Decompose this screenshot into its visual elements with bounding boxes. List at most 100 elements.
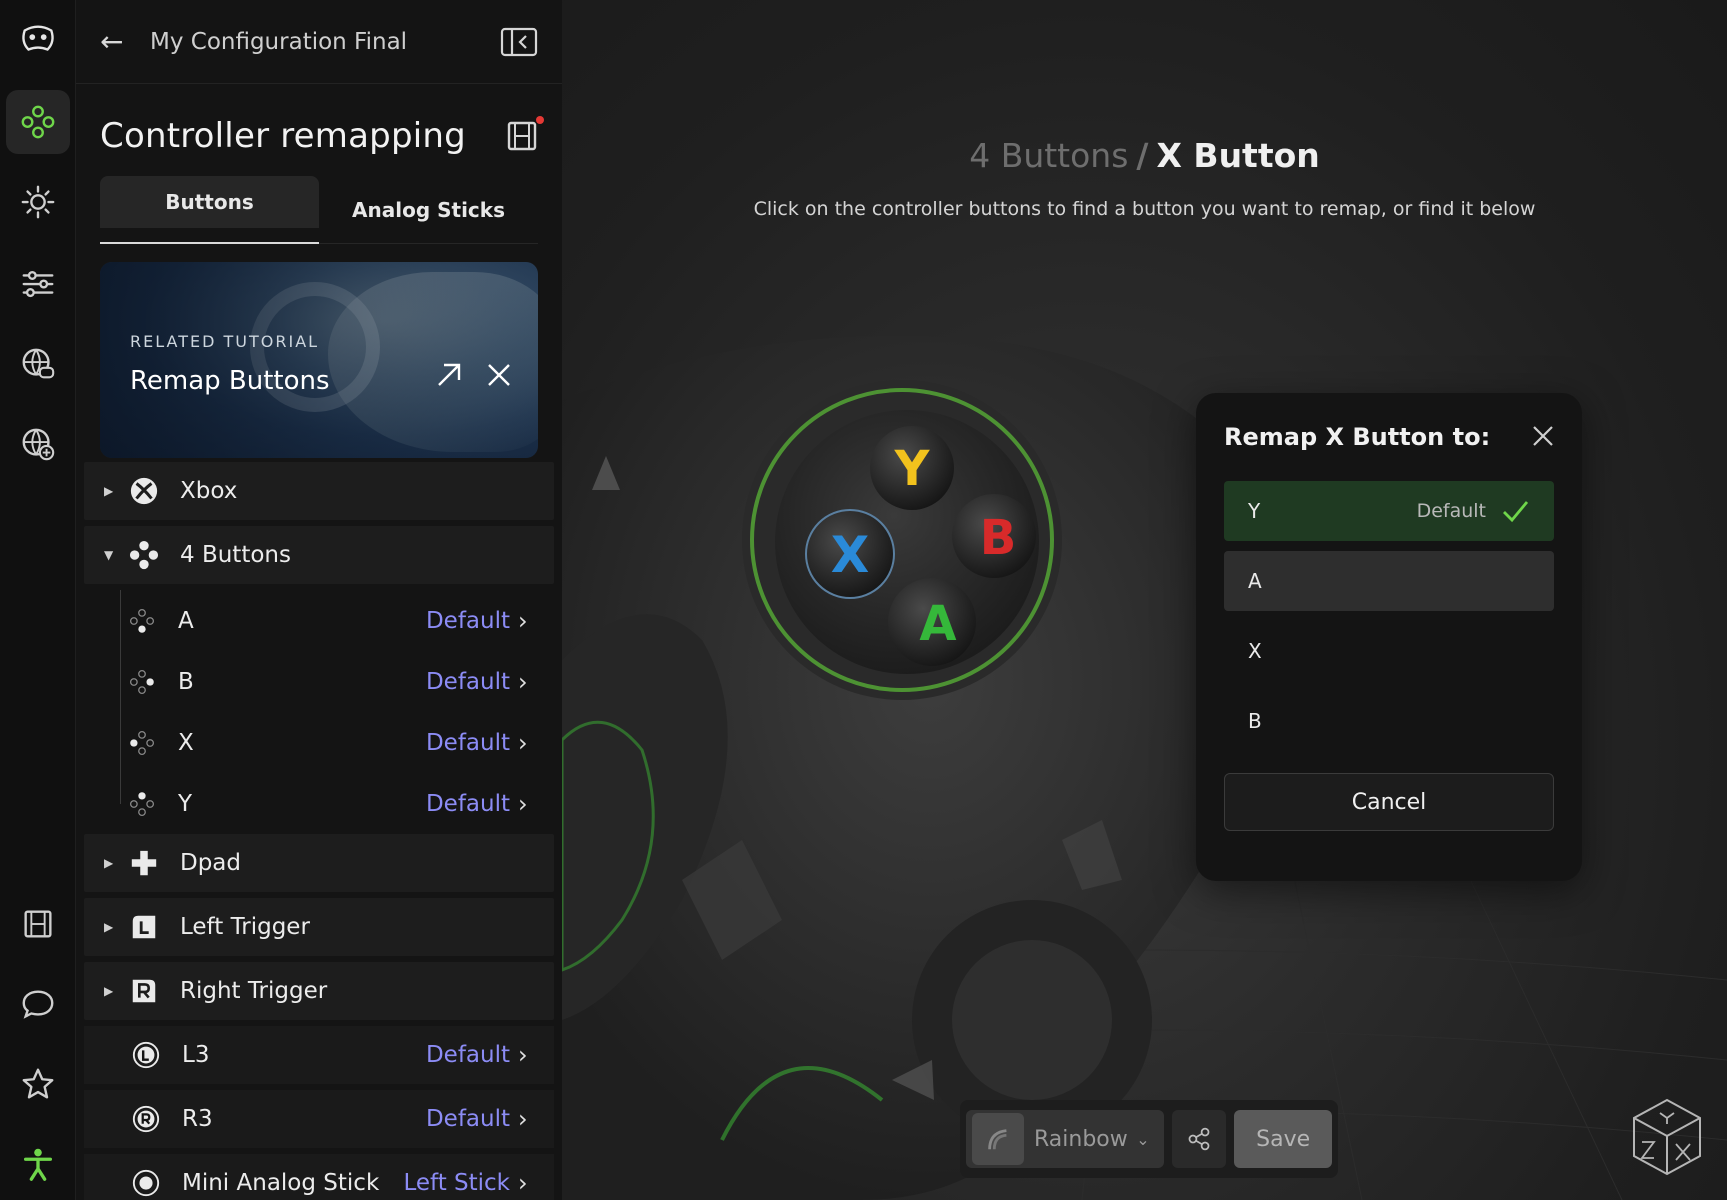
remap-dialog: Remap X Button to: Y Default A X B Cance…	[1196, 393, 1582, 881]
tutorial-shade	[100, 262, 538, 458]
tree-group-left-trigger[interactable]: ▶ Left Trigger	[84, 898, 554, 956]
tree-item-r3[interactable]: R3 Default ›	[84, 1090, 554, 1148]
mapping-value: Default	[425, 1042, 510, 1068]
remap-option-x[interactable]: X	[1224, 621, 1554, 681]
chevron-right-icon: ›	[518, 789, 528, 818]
tree-group-dpad[interactable]: ▶ Dpad	[84, 834, 554, 892]
accessibility-icon[interactable]	[6, 1132, 70, 1196]
left-trigger-icon	[126, 909, 162, 945]
checkmark-icon	[1503, 501, 1529, 523]
dpad-icon	[126, 845, 162, 881]
sliders-icon[interactable]	[6, 252, 70, 316]
expand-caret-icon: ▶	[104, 920, 114, 934]
chat-icon[interactable]	[6, 972, 70, 1036]
logo-icon	[6, 8, 70, 72]
tutorial-video-button[interactable]	[506, 116, 544, 153]
globe-controller-icon[interactable]	[6, 332, 70, 396]
share-icon	[1188, 1127, 1210, 1151]
analog-stick-icon	[128, 1165, 164, 1200]
tree-item-a[interactable]: A Default ›	[84, 590, 554, 651]
option-label: X	[1248, 639, 1262, 663]
related-tutorial-card[interactable]: RELATED TUTORIAL Remap Buttons	[100, 262, 538, 458]
close-icon[interactable]	[482, 358, 516, 392]
option-label: Y	[1248, 499, 1261, 523]
breadcrumb: 4 Buttons / X Button	[562, 136, 1727, 175]
tree-label: Y	[178, 790, 193, 817]
tree-item-x[interactable]: X Default ›	[84, 712, 554, 773]
remap-option-y[interactable]: Y Default	[1224, 481, 1554, 541]
breadcrumb-parent[interactable]: 4 Buttons	[969, 136, 1128, 175]
expand-caret-icon: ▶	[104, 856, 114, 870]
mapping-value: Default	[425, 607, 510, 634]
button-x-icon	[124, 725, 160, 761]
face-button-x[interactable]: X	[805, 509, 895, 599]
option-label: B	[1248, 709, 1262, 733]
tab-buttons[interactable]: Buttons	[100, 176, 319, 244]
view-cube-icon[interactable]	[1630, 1096, 1704, 1178]
lighting-profile-select[interactable]: Rainbow ⌄	[966, 1110, 1164, 1168]
face-button-a-letter: A	[919, 596, 956, 652]
expand-caret-icon: ▶	[104, 484, 114, 498]
controller-remap-nav-icon[interactable]	[6, 90, 70, 154]
chevron-right-icon: ›	[518, 1041, 528, 1069]
tab-analog-sticks[interactable]: Analog Sticks	[319, 176, 538, 243]
tree-item-mini-analog-stick[interactable]: Mini Analog Stick Left Stick ›	[84, 1154, 554, 1200]
tree-label: L3	[182, 1042, 210, 1068]
face-button-b[interactable]: B	[952, 494, 1036, 578]
xbox-logo-icon	[126, 473, 162, 509]
globe-add-icon[interactable]	[6, 412, 70, 476]
chevron-right-icon: ›	[518, 667, 528, 696]
face-button-y[interactable]: Y	[870, 426, 954, 510]
instruction-text: Click on the controller buttons to find …	[753, 198, 1536, 220]
cancel-button[interactable]: Cancel	[1224, 773, 1554, 831]
tree-group-4-buttons[interactable]: ▼ 4 Buttons	[84, 526, 554, 584]
mapping-value: Default	[425, 790, 510, 817]
tutorial-title: Remap Buttons	[130, 366, 330, 396]
film-icon[interactable]	[6, 892, 70, 956]
mapping-value: Left Stick	[403, 1170, 510, 1196]
close-icon[interactable]	[1530, 423, 1556, 449]
lighting-profile-label: Rainbow	[1034, 1126, 1128, 1152]
tree-item-b[interactable]: B Default ›	[84, 651, 554, 712]
face-button-y-letter: Y	[894, 441, 931, 497]
save-button[interactable]: Save	[1234, 1110, 1332, 1168]
tree-label: B	[178, 668, 194, 695]
button-tree: ▶ Xbox ▼ 4 Buttons A Default › B Default…	[84, 462, 554, 1200]
film-icon	[507, 121, 537, 151]
star-icon[interactable]	[6, 1052, 70, 1116]
mapping-value: Default	[425, 729, 510, 756]
tree-item-y[interactable]: Y Default ›	[84, 773, 554, 834]
right-stick-cap	[952, 940, 1112, 1100]
back-arrow-icon[interactable]: ←	[100, 25, 140, 58]
tree-label: Dpad	[180, 850, 242, 876]
face-button-x-letter: X	[831, 526, 870, 584]
tree-label: Mini Analog Stick	[182, 1170, 380, 1196]
tree-label: Left Trigger	[180, 914, 310, 940]
r3-icon	[128, 1101, 164, 1137]
tree-group-xbox[interactable]: ▶ Xbox	[84, 462, 554, 520]
remap-dialog-title: Remap X Button to:	[1224, 423, 1491, 451]
mapping-value: Default	[425, 668, 510, 695]
rainbow-swatch-icon	[972, 1113, 1024, 1165]
tree-item-l3[interactable]: L3 Default ›	[84, 1026, 554, 1084]
page-title: Controller remapping	[100, 116, 466, 156]
tree-label: A	[178, 607, 194, 634]
remap-option-a[interactable]: A	[1224, 551, 1554, 611]
config-name: My Configuration Final	[150, 28, 408, 55]
chevron-down-icon: ⌄	[1136, 1129, 1150, 1149]
share-button[interactable]	[1171, 1110, 1227, 1168]
tree-label: R3	[182, 1106, 213, 1132]
tree-group-right-trigger[interactable]: ▶ Right Trigger	[84, 962, 554, 1020]
collapse-panel-icon[interactable]	[500, 27, 538, 57]
breadcrumb-current: X Button	[1156, 136, 1320, 175]
remap-option-b[interactable]: B	[1224, 691, 1554, 751]
open-external-icon[interactable]	[432, 358, 466, 392]
chevron-right-icon: ›	[518, 1105, 528, 1133]
tree-label: Right Trigger	[180, 978, 328, 1004]
tab-bar: Buttons Analog Sticks	[100, 176, 538, 244]
chevron-right-icon: ›	[518, 728, 528, 757]
brightness-icon[interactable]	[6, 170, 70, 234]
l3-icon	[128, 1037, 164, 1073]
face-button-a[interactable]: A	[888, 578, 976, 666]
four-buttons-children: A Default › B Default › X Default › Y De…	[84, 590, 554, 834]
